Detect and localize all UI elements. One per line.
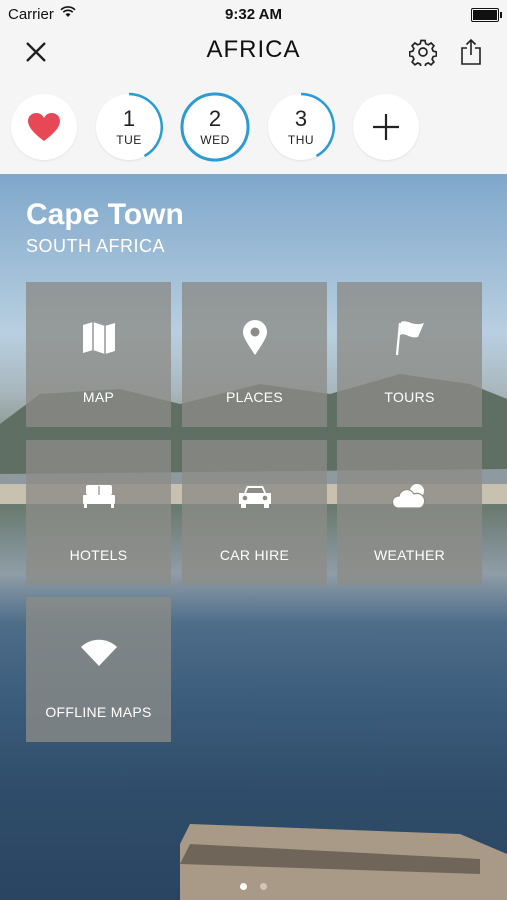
plus-icon	[373, 114, 399, 140]
clock: 9:32 AM	[225, 6, 282, 23]
pin-icon	[242, 318, 268, 358]
flag-icon	[394, 318, 426, 358]
nav-bar: AFRICA	[0, 28, 507, 78]
places-tile[interactable]: PLACES	[182, 282, 327, 427]
day-3-button[interactable]: 3 THU	[268, 92, 335, 160]
day-3-progress-ring	[300, 92, 335, 158]
day-2-selected-ring	[180, 92, 250, 162]
car-hire-tile[interactable]: CAR HIRE	[182, 440, 327, 585]
tile-label: HOTELS	[69, 547, 128, 563]
day-1-progress-ring	[128, 92, 163, 158]
heart-icon	[28, 113, 60, 141]
page-dot-2[interactable]	[259, 883, 267, 890]
add-day-button[interactable]	[353, 94, 419, 160]
country-name: SOUTH AFRICA	[26, 236, 166, 256]
battery-icon	[471, 8, 502, 22]
share-button[interactable]	[453, 34, 489, 70]
tile-label: PLACES	[225, 389, 284, 405]
settings-button[interactable]	[405, 34, 441, 70]
car-icon	[236, 476, 274, 516]
day-2-button[interactable]: 2 WED	[180, 92, 250, 162]
tile-label: OFFLINE MAPS	[45, 704, 152, 720]
map-icon	[81, 318, 117, 358]
gear-icon	[409, 39, 437, 66]
day-1-button[interactable]: 1 TUE	[96, 92, 163, 160]
page-indicator[interactable]	[0, 877, 507, 895]
status-bar: Carrier 9:32 AM	[0, 0, 507, 28]
tile-label: MAP	[82, 389, 115, 405]
favorite-button[interactable]	[11, 94, 77, 160]
city-name: Cape Town	[26, 198, 184, 231]
day-selector: 1 TUE 2 WED 3 THU	[0, 78, 507, 174]
city-hero: Cape Town SOUTH AFRICA MAP PLACES TOURS …	[0, 174, 507, 900]
tile-label: WEATHER	[373, 547, 446, 563]
map-tile[interactable]: MAP	[26, 282, 171, 427]
tours-tile[interactable]: TOURS	[337, 282, 482, 427]
share-icon	[461, 38, 481, 65]
cloud-sun-icon	[391, 476, 428, 516]
weather-tile[interactable]: WEATHER	[337, 440, 482, 585]
wifi-icon	[80, 633, 118, 673]
offline-maps-tile[interactable]: OFFLINE MAPS	[26, 597, 171, 742]
tile-label: CAR HIRE	[219, 547, 290, 563]
hotels-tile[interactable]: HOTELS	[26, 440, 171, 585]
bed-icon	[82, 476, 116, 516]
page-dot-1[interactable]	[240, 883, 248, 890]
tile-label: TOURS	[384, 389, 435, 405]
